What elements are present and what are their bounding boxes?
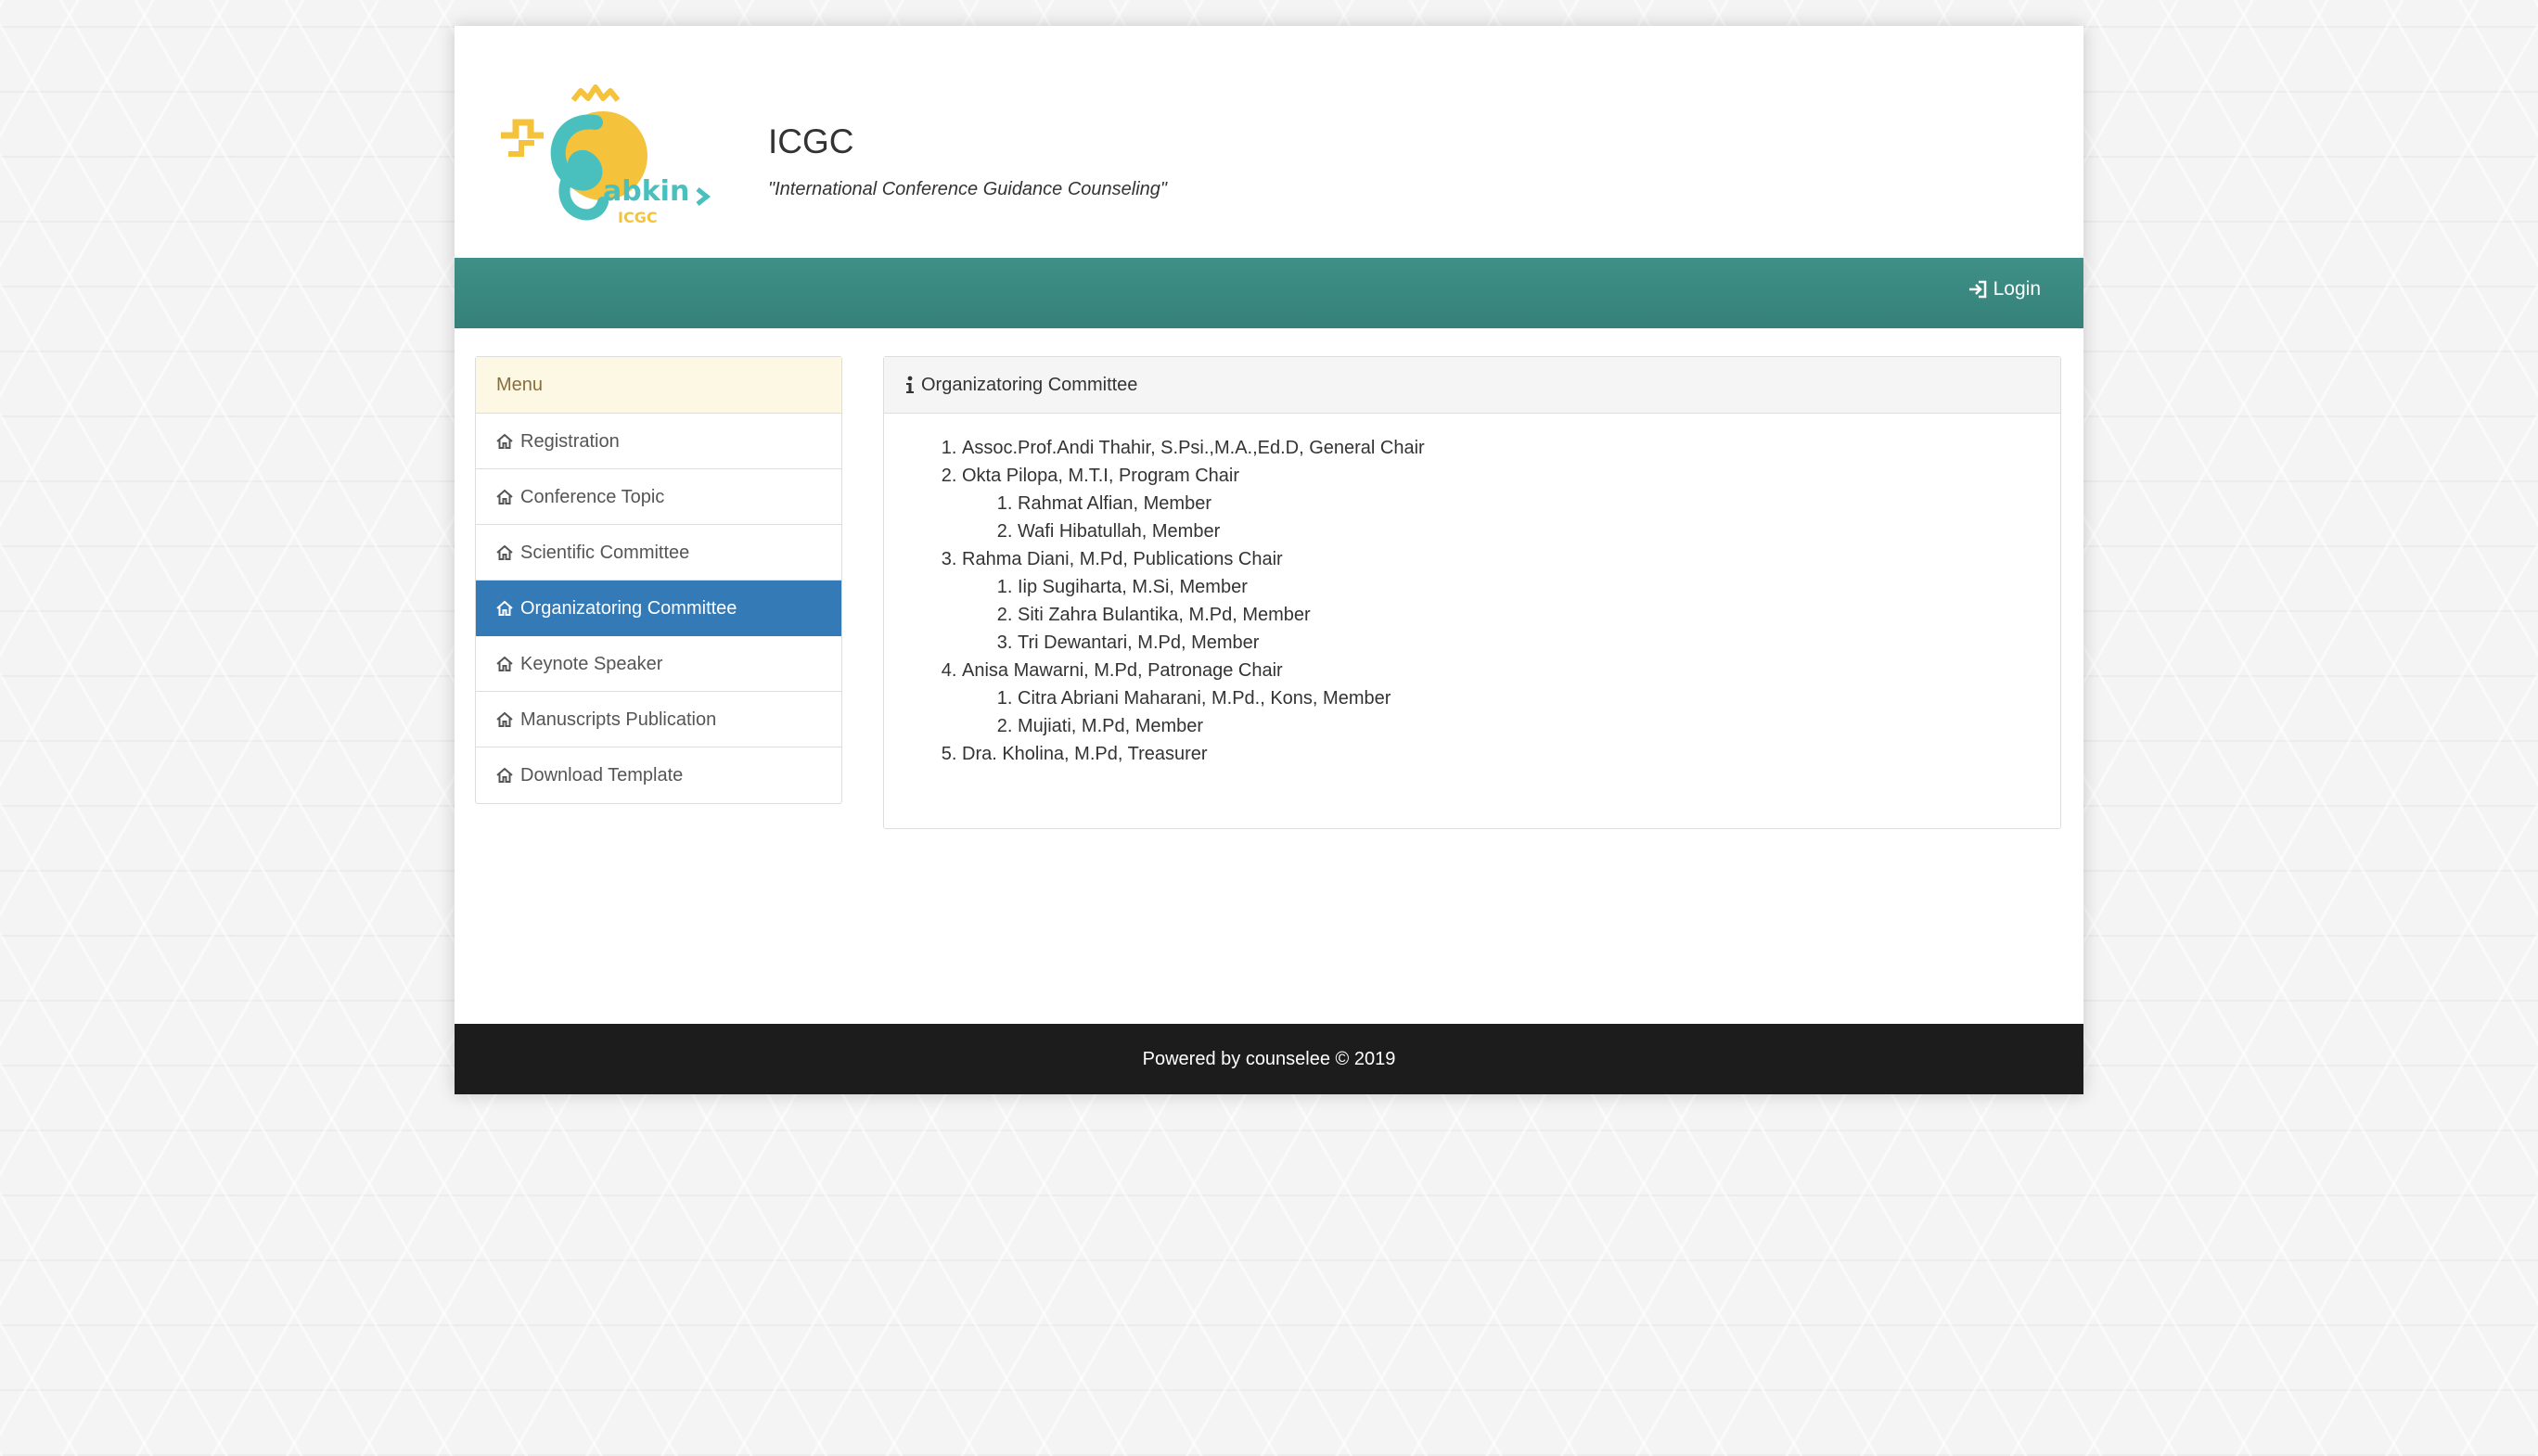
committee-member: Siti Zahra Bulantika, M.Pd, Member [1018, 601, 2040, 629]
footer: Powered by counselee © 2019 [455, 1024, 2083, 1094]
sidebar-item-registration[interactable]: Registration [476, 414, 841, 469]
committee-member: Wafi Hibatullah, Member [1018, 517, 2040, 545]
sidebar-item-download-template[interactable]: Download Template [476, 747, 841, 803]
committee-entry-text: Anisa Mawarni, M.Pd, Patronage Chair [962, 660, 1283, 681]
home-icon [496, 656, 513, 671]
committee-members: Iip Sugiharta, M.Si, Member Siti Zahra B… [962, 573, 2040, 657]
sidebar-item-conference-topic[interactable]: Conference Topic [476, 469, 841, 525]
committee-entry: Anisa Mawarni, M.Pd, Patronage Chair Cit… [962, 657, 2040, 740]
sidebar-menu: Menu Registration Conference Topic Scien… [475, 356, 842, 804]
committee-entry: Rahma Diani, M.Pd, Publications Chair Ii… [962, 545, 2040, 657]
panel-body: Assoc.Prof.Andi Thahir, S.Psi.,M.A.,Ed.D… [884, 414, 2060, 768]
committee-members: Rahmat Alfian, Member Wafi Hibatullah, M… [962, 490, 2040, 545]
info-icon [906, 376, 914, 393]
svg-text:abkin: abkin [603, 175, 689, 208]
home-icon [496, 489, 513, 504]
sidebar-heading: Menu [476, 357, 841, 414]
header: abkin ICGC ICGC "International Conferenc… [455, 26, 2083, 258]
committee-list: Assoc.Prof.Andi Thahir, S.Psi.,M.A.,Ed.D… [904, 434, 2040, 768]
sidebar-item-label: Registration [520, 430, 620, 452]
navbar: Login [455, 258, 2083, 328]
committee-member: Citra Abriani Maharani, M.Pd., Kons, Mem… [1018, 684, 2040, 712]
sidebar-item-label: Organizatoring Committee [520, 597, 737, 619]
sign-in-icon [1968, 280, 1986, 299]
committee-member: Rahmat Alfian, Member [1018, 490, 2040, 517]
committee-member: Iip Sugiharta, M.Si, Member [1018, 573, 2040, 601]
sidebar-item-label: Manuscripts Publication [520, 709, 717, 730]
login-link[interactable]: Login [1968, 278, 2041, 300]
sidebar-item-keynote-speaker[interactable]: Keynote Speaker [476, 636, 841, 692]
committee-entry: Dra. Kholina, M.Pd, Treasurer [962, 740, 2040, 768]
gabkin-logo[interactable]: abkin ICGC [492, 63, 714, 249]
committee-members: Citra Abriani Maharani, M.Pd., Kons, Mem… [962, 684, 2040, 740]
svg-text:ICGC: ICGC [618, 209, 658, 226]
committee-entry-text: Okta Pilopa, M.T.I, Program Chair [962, 466, 1239, 486]
committee-entry-text: Dra. Kholina, M.Pd, Treasurer [962, 744, 1208, 764]
committee-member: Mujiati, M.Pd, Member [1018, 712, 2040, 740]
sidebar-item-label: Download Template [520, 765, 684, 785]
site-tagline: "International Conference Guidance Couns… [768, 179, 1168, 199]
page-container: abkin ICGC ICGC "International Conferenc… [455, 26, 2083, 1094]
home-icon [496, 767, 513, 783]
committee-member: Tri Dewantari, M.Pd, Member [1018, 629, 2040, 657]
panel-title: Organizatoring Committee [921, 375, 1138, 395]
panel-heading: Organizatoring Committee [884, 357, 2060, 414]
sidebar-item-label: Keynote Speaker [520, 653, 663, 674]
committee-entry-text: Rahma Diani, M.Pd, Publications Chair [962, 549, 1283, 569]
sidebar-item-manuscripts-publication[interactable]: Manuscripts Publication [476, 692, 841, 747]
committee-entry: Okta Pilopa, M.T.I, Program Chair Rahmat… [962, 462, 2040, 545]
home-icon [496, 711, 513, 727]
sidebar-item-scientific-committee[interactable]: Scientific Committee [476, 525, 841, 581]
committee-panel: Organizatoring Committee Assoc.Prof.Andi… [883, 356, 2061, 829]
home-icon [496, 600, 513, 616]
sidebar-item-label: Conference Topic [520, 486, 665, 507]
footer-text: Powered by counselee © 2019 [1142, 1049, 1396, 1069]
home-icon [496, 433, 513, 449]
home-icon [496, 544, 513, 560]
committee-entry-text: Assoc.Prof.Andi Thahir, S.Psi.,M.A.,Ed.D… [962, 438, 1425, 458]
login-label: Login [1993, 278, 2041, 300]
sidebar-item-organizatoring-committee[interactable]: Organizatoring Committee [476, 581, 841, 636]
site-title: ICGC [768, 122, 854, 160]
committee-entry: Assoc.Prof.Andi Thahir, S.Psi.,M.A.,Ed.D… [962, 434, 2040, 462]
sidebar-item-label: Scientific Committee [520, 542, 690, 563]
